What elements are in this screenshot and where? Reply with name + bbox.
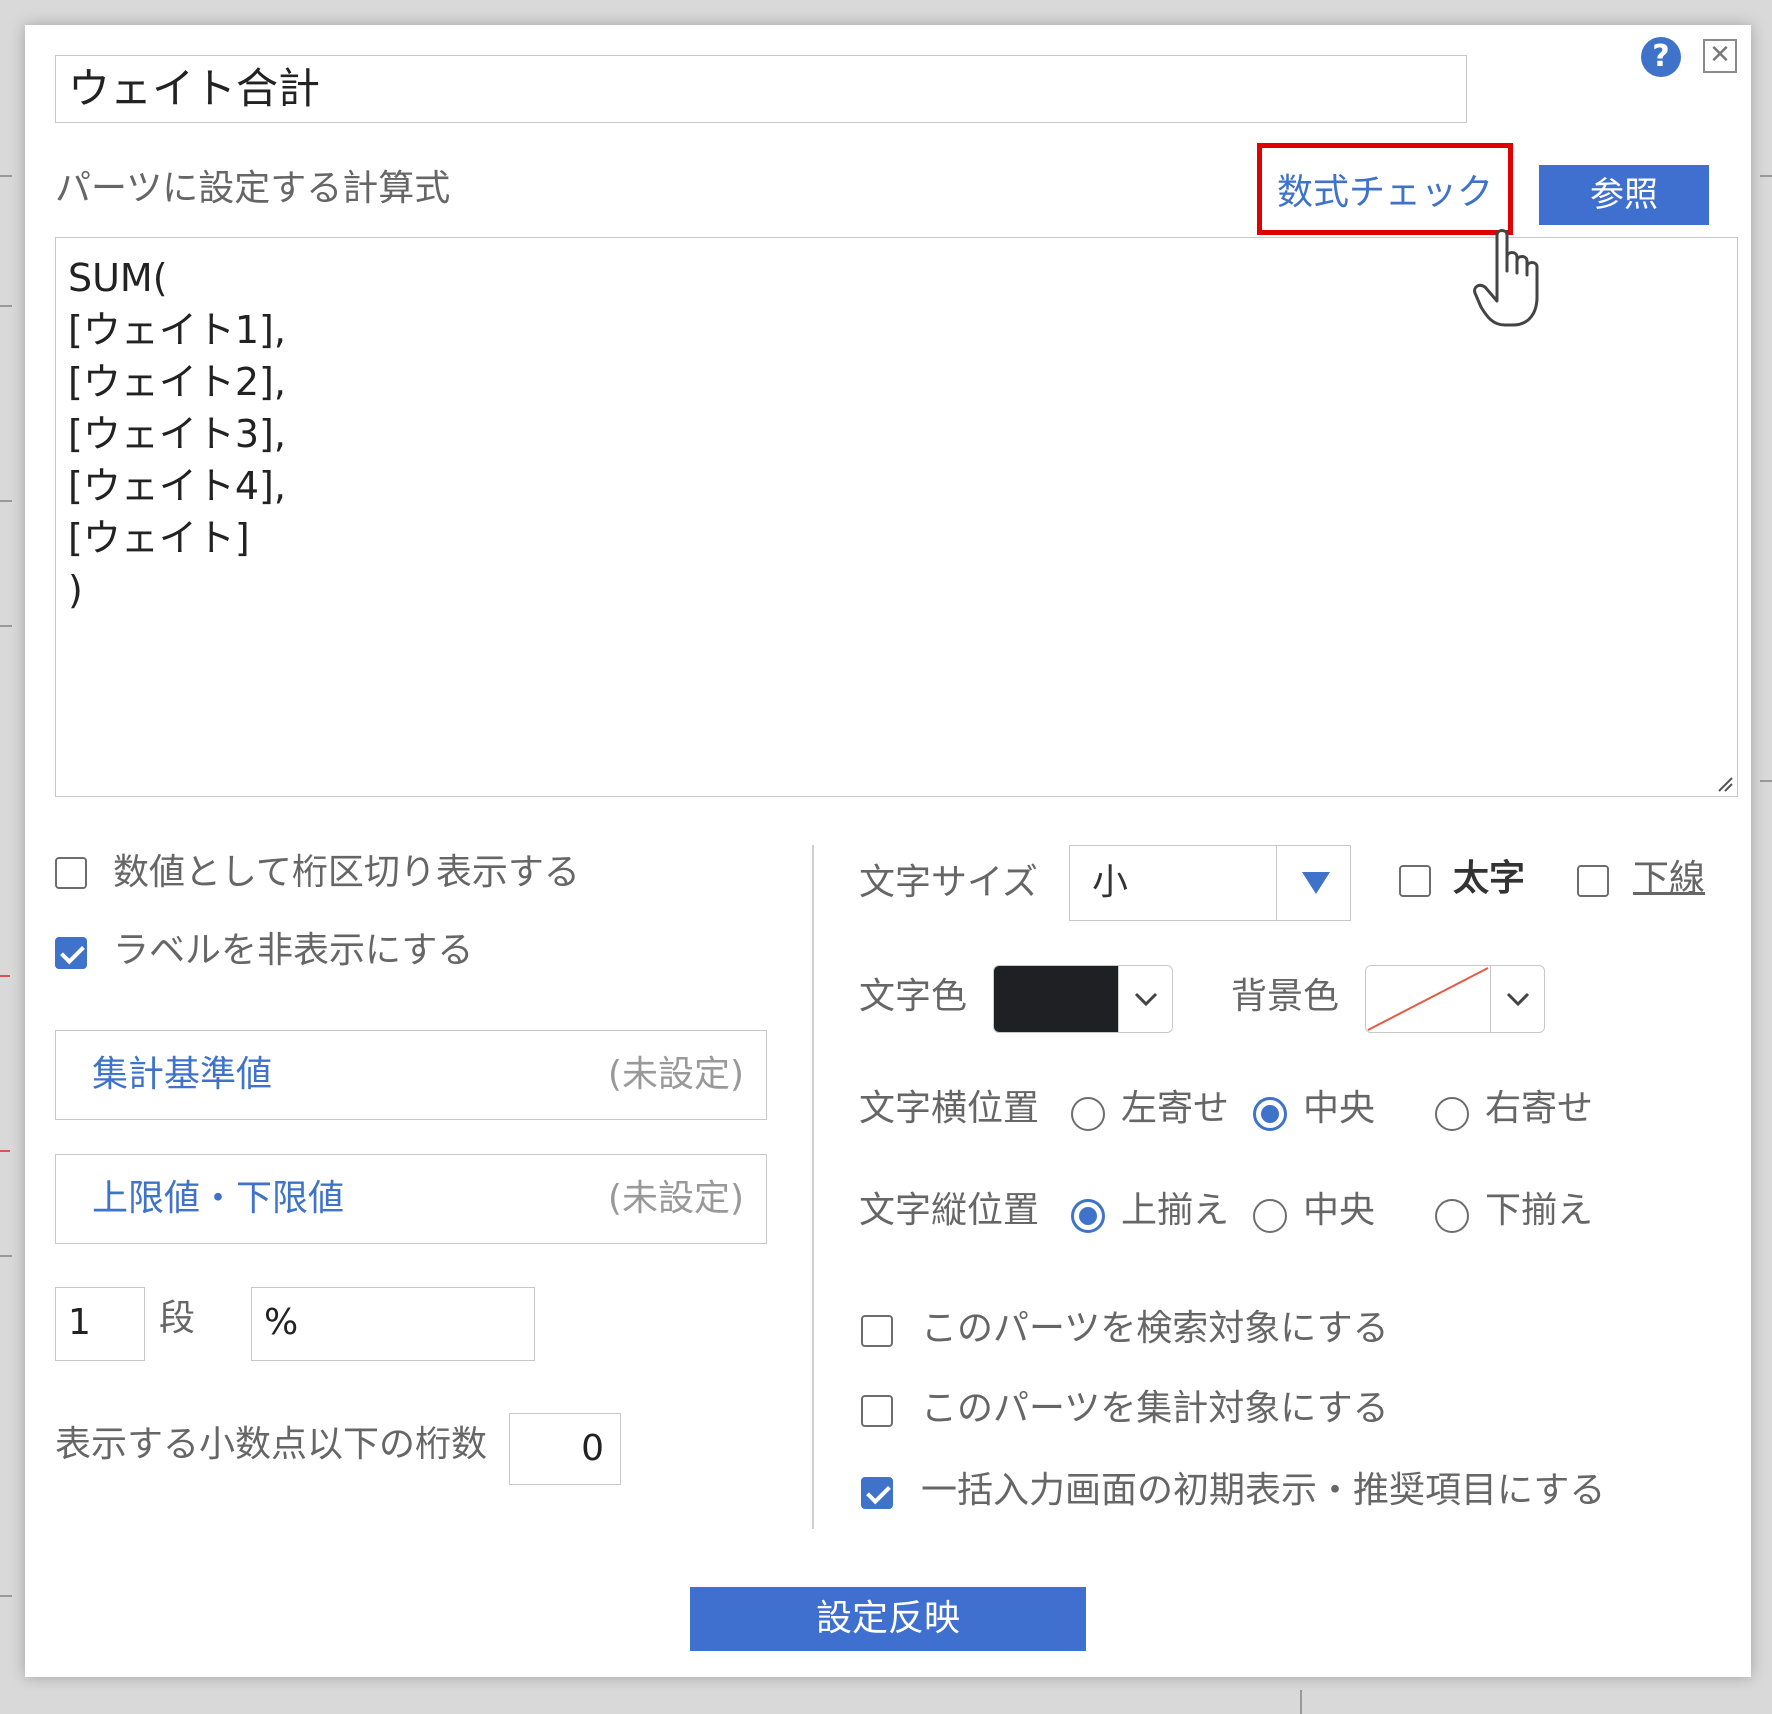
resize-grip-icon[interactable] [1715, 774, 1733, 792]
background-color-picker[interactable] [1365, 965, 1545, 1033]
v-align-top-label: 上揃え [1121, 1190, 1230, 1231]
h-align-right-radio[interactable] [1435, 1097, 1469, 1131]
bold-checkbox[interactable] [1399, 865, 1431, 897]
font-size-value: 小 [1092, 862, 1129, 903]
v-align-top-radio[interactable] [1071, 1199, 1105, 1233]
text-color-swatch [994, 966, 1118, 1032]
reference-button[interactable]: 参照 [1539, 165, 1709, 225]
h-align-right-label: 右寄せ [1485, 1088, 1594, 1129]
formula-check-link[interactable]: 数式チェック [1257, 143, 1513, 235]
decimal-places-input[interactable]: 0 [509, 1413, 621, 1485]
formula-line: [ウェイト4], [68, 464, 286, 508]
vertical-align-label: 文字縦位置 [859, 1190, 1040, 1231]
background-marker [0, 1150, 10, 1152]
h-align-left-label: 左寄せ [1121, 1088, 1230, 1129]
dropdown-triangle-icon [1302, 872, 1330, 894]
bulk-input-checkbox[interactable] [861, 1477, 893, 1509]
bold-label: 太字 [1453, 858, 1526, 899]
thousands-separator-label: 数値として桁区切り表示する [113, 852, 580, 893]
v-align-middle-radio[interactable] [1253, 1199, 1287, 1233]
background-gridline [0, 1595, 12, 1597]
formula-line: [ウェイト2], [68, 360, 286, 404]
limits-status: (未設定) [607, 1178, 744, 1219]
background-gridline [1760, 780, 1772, 782]
underline-label: 下線 [1633, 858, 1706, 899]
background-gridline [1760, 175, 1772, 177]
hand-pointer-icon [1473, 229, 1539, 327]
v-align-bottom-radio[interactable] [1435, 1199, 1469, 1233]
select-separator [1276, 846, 1277, 920]
chevron-down-icon [1134, 992, 1158, 1007]
aggregate-base-status: (未設定) [607, 1054, 744, 1095]
horizontal-align-label: 文字横位置 [859, 1088, 1040, 1129]
close-icon[interactable]: ✕ [1703, 39, 1737, 73]
text-color-picker[interactable] [993, 965, 1173, 1033]
limits-setting[interactable]: 上限値・下限値 (未設定) [55, 1154, 767, 1244]
formula-line: ) [68, 568, 83, 612]
thousands-separator-checkbox[interactable] [55, 857, 87, 889]
no-color-swatch-icon [1367, 967, 1489, 1031]
aggregate-target-label: このパーツを集計対象にする [921, 1388, 1389, 1429]
underline-checkbox[interactable] [1577, 865, 1609, 897]
text-color-label: 文字色 [859, 976, 968, 1017]
bulk-input-label: 一括入力画面の初期表示・推奨項目にする [921, 1470, 1606, 1511]
background-marker [0, 975, 10, 977]
picker-separator [1490, 966, 1491, 1032]
hide-label-label: ラベルを非表示にする [113, 930, 474, 971]
font-size-select[interactable]: 小 [1069, 845, 1351, 921]
limits-title: 上限値・下限値 [92, 1178, 345, 1219]
background-gridline [0, 1255, 12, 1257]
column-divider [812, 845, 814, 1529]
search-target-label: このパーツを検索対象にする [921, 1308, 1389, 1349]
h-align-center-label: 中央 [1303, 1088, 1376, 1129]
font-size-label: 文字サイズ [859, 862, 1038, 903]
suffix-input[interactable]: % [251, 1287, 535, 1361]
background-gridline [0, 305, 12, 307]
background-gridline [0, 625, 12, 627]
picker-separator [1118, 966, 1119, 1032]
h-align-left-radio[interactable] [1071, 1097, 1105, 1131]
formula-label: パーツに設定する計算式 [55, 168, 451, 209]
aggregate-base-title: 集計基準値 [92, 1054, 273, 1095]
v-align-bottom-label: 下揃え [1485, 1190, 1594, 1231]
formula-line: [ウェイト] [68, 516, 250, 560]
hide-label-checkbox[interactable] [55, 937, 87, 969]
h-align-center-radio[interactable] [1253, 1097, 1287, 1131]
help-icon[interactable]: ? [1641, 37, 1681, 77]
rows-input[interactable]: 1 [55, 1287, 145, 1361]
background-gridline [0, 500, 12, 502]
part-settings-dialog: ウェイト合計 ? ✕ パーツに設定する計算式 数式チェック 参照 SUM( [ウ… [25, 25, 1751, 1677]
part-name-input[interactable]: ウェイト合計 [55, 55, 1467, 123]
chevron-down-icon [1506, 992, 1530, 1007]
aggregate-target-checkbox[interactable] [861, 1395, 893, 1427]
background-gridline [1300, 1690, 1302, 1714]
search-target-checkbox[interactable] [861, 1315, 893, 1347]
apply-settings-button[interactable]: 設定反映 [690, 1587, 1086, 1651]
rows-unit-label: 段 [159, 1298, 196, 1339]
background-color-label: 背景色 [1231, 976, 1340, 1017]
formula-check-label: 数式チェック [1276, 172, 1493, 213]
decimal-places-label: 表示する小数点以下の桁数 [55, 1424, 488, 1465]
formula-line: [ウェイト3], [68, 412, 286, 456]
aggregate-base-setting[interactable]: 集計基準値 (未設定) [55, 1030, 767, 1120]
background-gridline [0, 175, 12, 177]
v-align-middle-label: 中央 [1303, 1190, 1376, 1231]
